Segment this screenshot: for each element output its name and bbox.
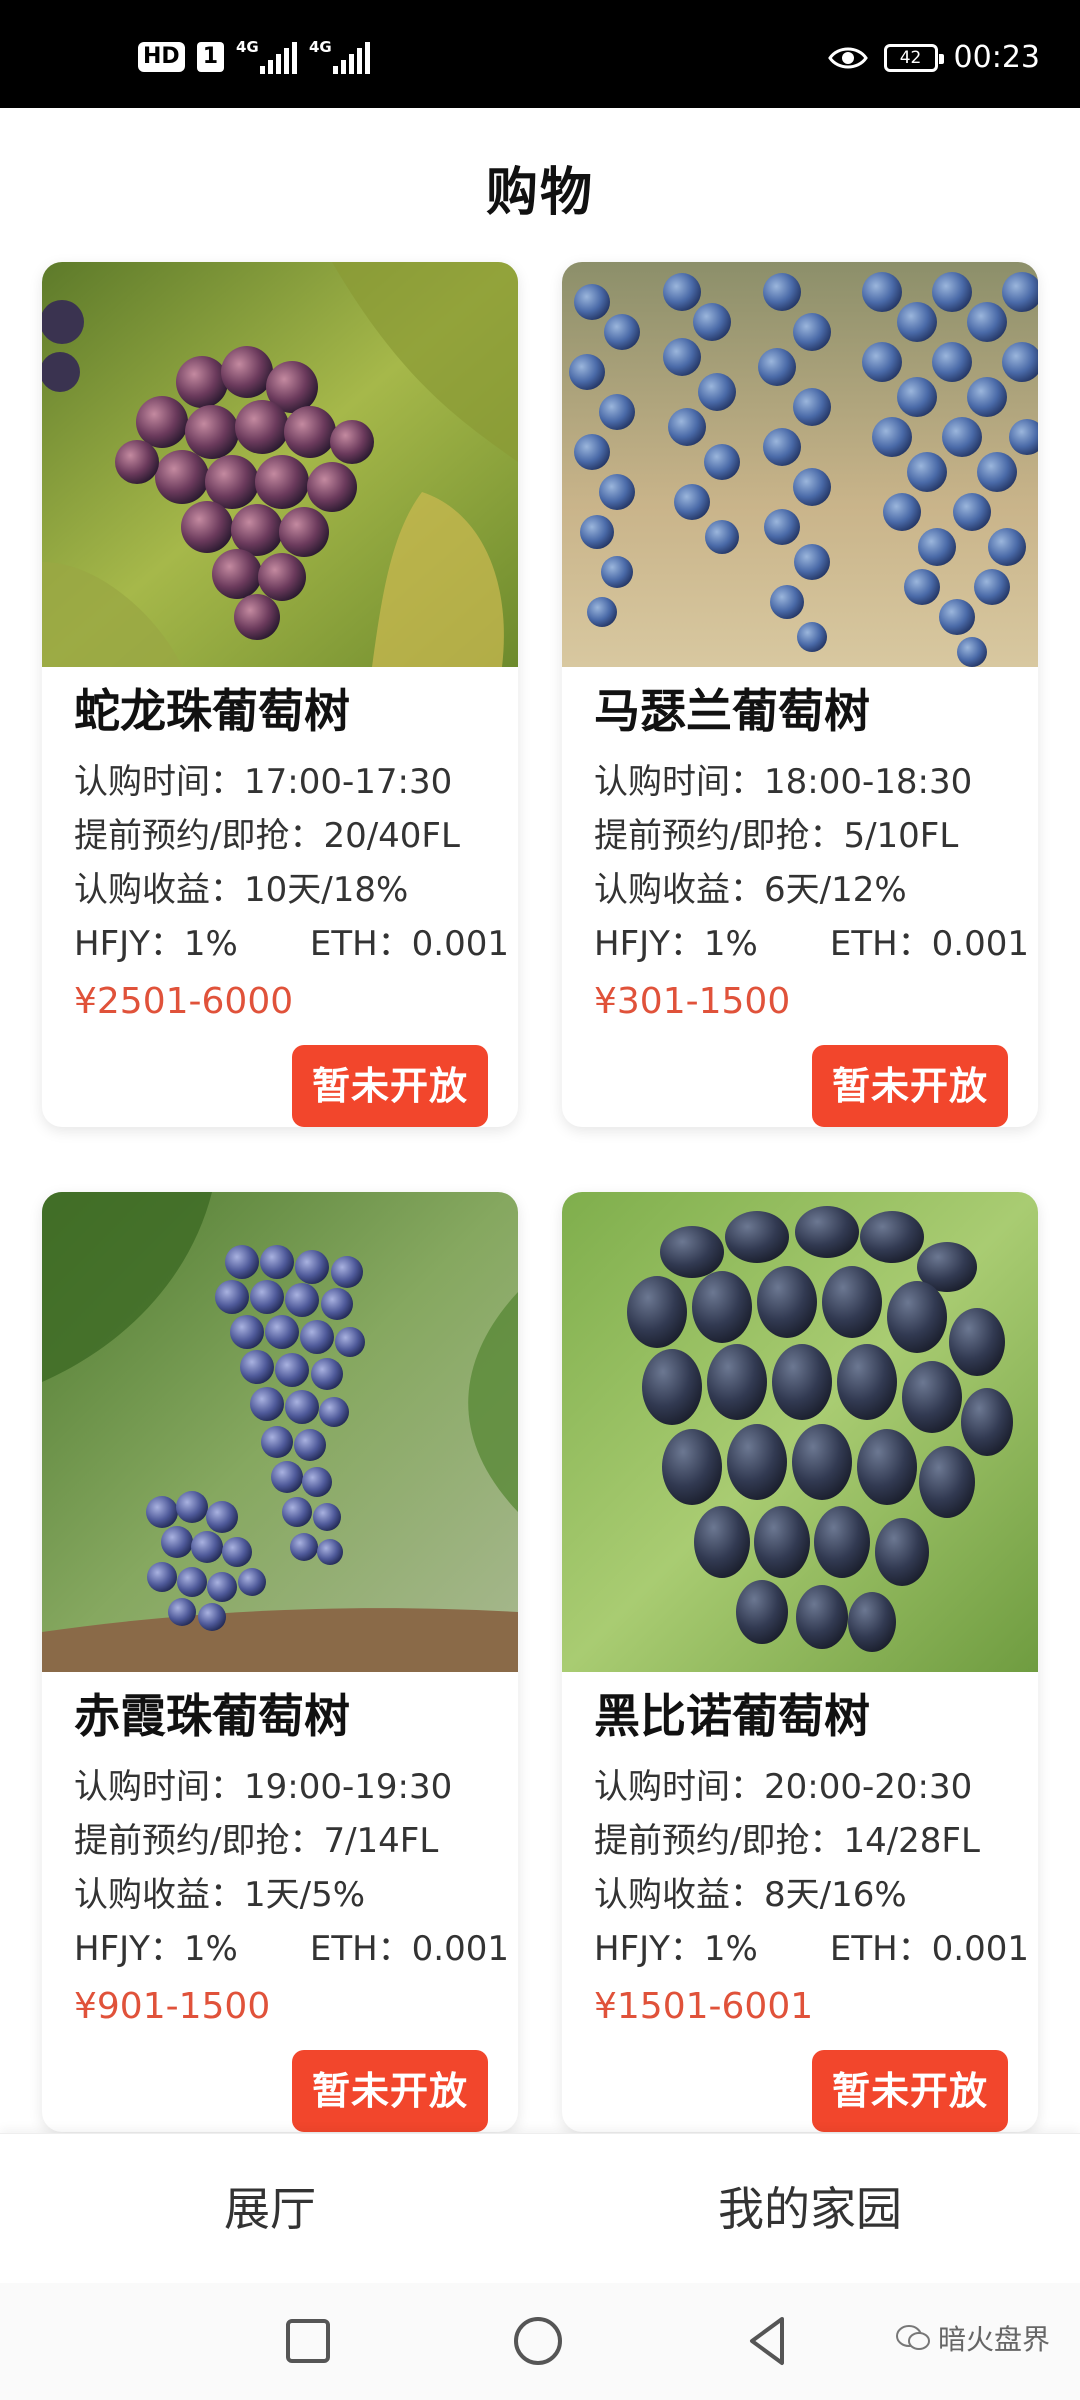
hfjy-fee: HFJY：1% [74, 924, 238, 964]
price-range: ¥901-1500 [74, 1986, 271, 2027]
signal-icon: 4G [236, 38, 297, 74]
product-image [42, 262, 518, 667]
product-image [562, 1192, 1038, 1672]
eth-fee: ETH：0.001 [309, 924, 510, 964]
not-open-button[interactable]: 暂未开放 [811, 1045, 1008, 1127]
subscribe-time: 认购时间：20:00-20:30 [594, 1767, 973, 1807]
signal-label: 4G [309, 38, 332, 56]
product-card[interactable]: 马瑟兰葡萄树 认购时间：18:00-18:30 提前预约/即抢：5/10FL 认… [562, 262, 1038, 1127]
product-image [562, 262, 1038, 667]
page-title: 购物 [485, 163, 594, 223]
subscribe-time: 认购时间：18:00-18:30 [594, 762, 973, 802]
product-card[interactable]: 黑比诺葡萄树 认购时间：20:00-20:30 提前预约/即抢：14/28FL … [562, 1192, 1038, 2132]
status-bar: HD 1 4G 4G 42 00:23 [0, 0, 1080, 108]
price-range: ¥2501-6000 [74, 981, 294, 1022]
reserve-info: 提前预约/即抢：20/40FL [74, 816, 460, 856]
page-header: 购物 [0, 108, 1080, 258]
subscribe-time: 认购时间：19:00-19:30 [74, 1767, 453, 1807]
reserve-info: 提前预约/即抢：7/14FL [74, 1821, 439, 1861]
status-bar-left: HD 1 4G 4G [138, 38, 370, 74]
tab-hall[interactable]: 展厅 [0, 2134, 540, 2284]
reserve-info: 提前预约/即抢：14/28FL [594, 1821, 980, 1861]
bottom-tab-bar: 展厅 我的家园 [0, 2133, 1080, 2284]
yield-info: 认购收益：6天/12% [594, 870, 907, 910]
signal-label: 4G [236, 38, 259, 56]
not-open-button[interactable]: 暂未开放 [291, 2050, 488, 2132]
reserve-info: 提前预约/即抢：5/10FL [594, 816, 959, 856]
clock: 00:23 [953, 40, 1040, 75]
product-card[interactable]: 赤霞珠葡萄树 认购时间：19:00-19:30 提前预约/即抢：7/14FL 认… [42, 1192, 518, 2132]
sim-number: 1 [196, 42, 224, 72]
watermark: 暗火盘界 [895, 2318, 1050, 2358]
fee-line: HFJY：1% ETH：0.001 [594, 917, 1038, 971]
price-range: ¥1501-6001 [594, 1986, 814, 2027]
tab-my-home[interactable]: 我的家园 [540, 2134, 1080, 2284]
product-card[interactable]: 蛇龙珠葡萄树 认购时间：17:00-17:30 提前预约/即抢：20/40FL … [42, 262, 518, 1127]
hfjy-fee: HFJY：1% [74, 1929, 238, 1969]
not-open-button[interactable]: 暂未开放 [291, 1045, 488, 1127]
home-icon[interactable] [508, 2311, 568, 2371]
wechat-icon [895, 2325, 930, 2350]
product-name: 蛇龙珠葡萄树 [74, 684, 350, 738]
watermark-text: 暗火盘界 [937, 2323, 1050, 2356]
signal-icon: 4G [309, 38, 370, 74]
card-body: 蛇龙珠葡萄树 认购时间：17:00-17:30 提前预约/即抢：20/40FL … [42, 667, 518, 1127]
fee-line: HFJY：1% ETH：0.001 [594, 1922, 1038, 1976]
price-range: ¥301-1500 [594, 981, 791, 1022]
product-name: 赤霞珠葡萄树 [74, 1689, 350, 1743]
hfjy-fee: HFJY：1% [594, 1929, 758, 1969]
hfjy-fee: HFJY：1% [594, 924, 758, 964]
eth-fee: ETH：0.001 [309, 1929, 510, 1969]
hd-badge: HD [138, 42, 185, 72]
product-image [42, 1192, 518, 1672]
status-bar-right: 42 00:23 [827, 40, 1040, 75]
card-body: 赤霞珠葡萄树 认购时间：19:00-19:30 提前预约/即抢：7/14FL 认… [42, 1672, 518, 2132]
product-name: 马瑟兰葡萄树 [594, 684, 870, 738]
recent-apps-icon[interactable] [278, 2311, 338, 2371]
fee-line: HFJY：1% ETH：0.001 [74, 917, 518, 971]
card-body: 马瑟兰葡萄树 认购时间：18:00-18:30 提前预约/即抢：5/10FL 认… [562, 667, 1038, 1127]
back-icon[interactable] [738, 2311, 798, 2371]
product-name: 黑比诺葡萄树 [594, 1689, 870, 1743]
eth-fee: ETH：0.001 [829, 924, 1030, 964]
yield-info: 认购收益：8天/16% [594, 1875, 907, 1915]
yield-info: 认购收益：1天/5% [74, 1875, 366, 1915]
eye-icon [827, 47, 868, 68]
eth-fee: ETH：0.001 [829, 1929, 1030, 1969]
not-open-button[interactable]: 暂未开放 [811, 2050, 1008, 2132]
yield-info: 认购收益：10天/18% [74, 870, 409, 910]
card-body: 黑比诺葡萄树 认购时间：20:00-20:30 提前预约/即抢：14/28FL … [562, 1672, 1038, 2132]
subscribe-time: 认购时间：17:00-17:30 [74, 762, 453, 802]
battery-icon: 42 [883, 43, 944, 72]
battery-level: 42 [899, 47, 922, 68]
fee-line: HFJY：1% ETH：0.001 [74, 1922, 518, 1976]
